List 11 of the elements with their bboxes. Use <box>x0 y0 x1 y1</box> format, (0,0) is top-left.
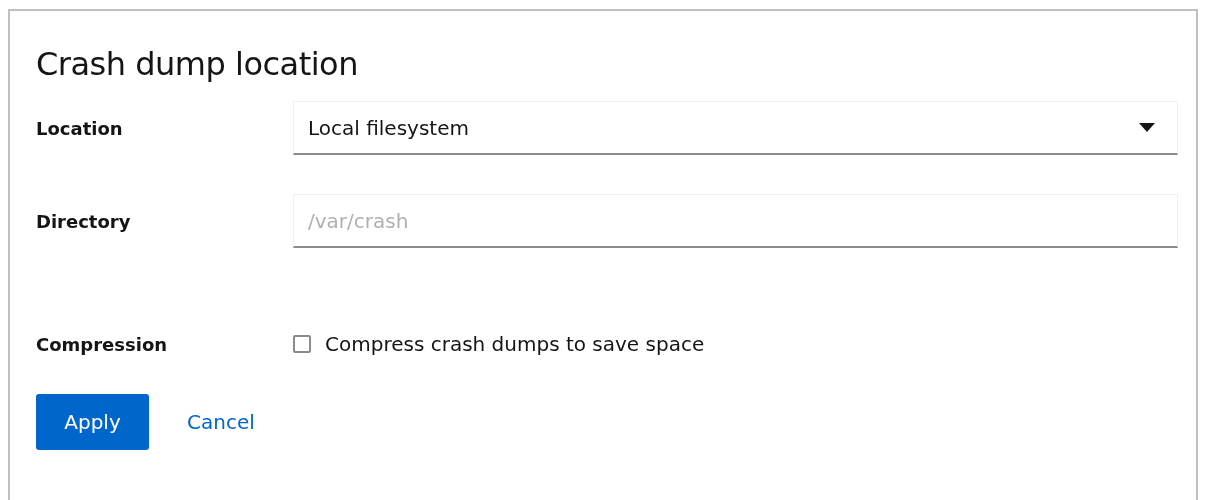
location-select[interactable]: Local filesystem <box>293 101 1178 155</box>
field-label: Location <box>36 117 124 139</box>
cancel-button[interactable]: Cancel <box>177 394 265 450</box>
directory-field[interactable]: /var/crash <box>293 194 1178 248</box>
checkbox[interactable] <box>293 335 311 353</box>
apply-button[interactable]: Apply <box>36 394 149 450</box>
field-label: Directory <box>36 210 132 232</box>
dialog-title: Crash dump location <box>36 44 359 85</box>
caret-icon <box>1139 123 1155 132</box>
field-label: Compression <box>36 333 169 355</box>
checkbox-label[interactable]: Compress crash dumps to save space <box>325 332 705 356</box>
